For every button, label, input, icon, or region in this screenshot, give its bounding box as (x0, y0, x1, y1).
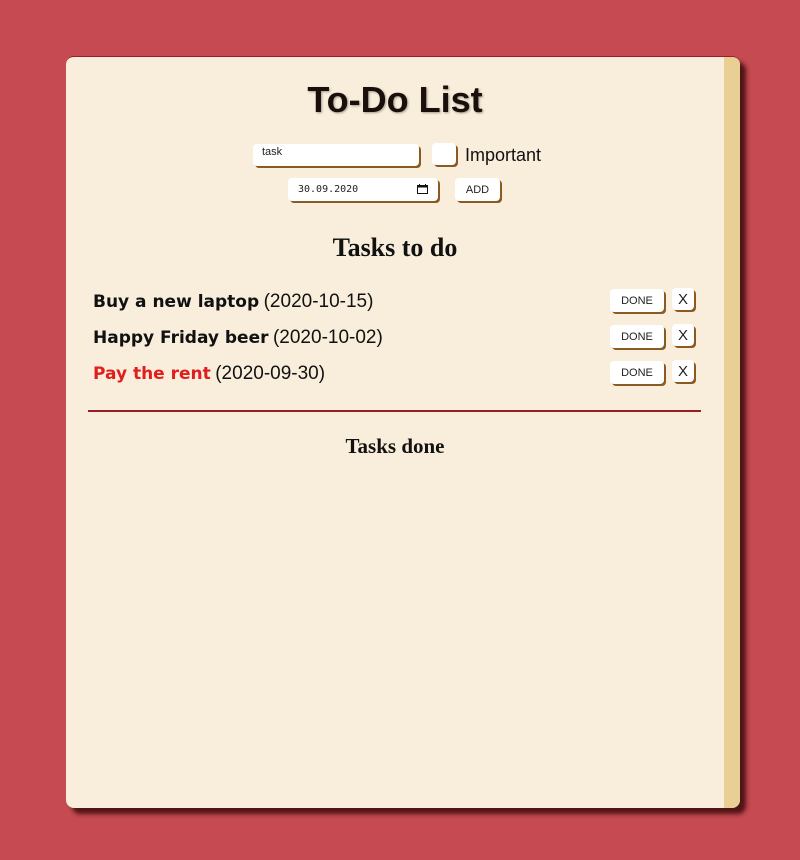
task-date: (2020-09-30) (215, 363, 326, 384)
task-name-important: Pay the rent (93, 364, 211, 384)
task-text: Pay the rent (2020-09-30) (93, 363, 325, 385)
scrollbar[interactable] (724, 57, 740, 808)
task-row: Buy a new laptop (2020-10-15) DONE X (93, 288, 697, 317)
important-checkbox[interactable] (432, 143, 456, 165)
date-input-value: 30.09.2020 (298, 184, 359, 195)
task-row: Pay the rent (2020-09-30) DONE X (93, 360, 697, 389)
delete-button[interactable]: X (672, 360, 694, 382)
task-date: (2020-10-02) (272, 327, 383, 348)
done-button[interactable]: DONE (610, 289, 664, 312)
task-text: Buy a new laptop (2020-10-15) (93, 291, 373, 313)
task-input[interactable]: task (253, 144, 419, 166)
task-input-value: task (262, 146, 283, 158)
task-name: Happy Friday beer (93, 328, 269, 348)
important-label: Important (465, 145, 542, 165)
todo-card: To-Do List task Important 30.09.2020 ADD… (66, 56, 740, 808)
section-divider (88, 410, 701, 412)
task-name: Buy a new laptop (93, 292, 260, 312)
date-input[interactable]: 30.09.2020 (288, 178, 438, 201)
task-date: (2020-10-15) (263, 291, 374, 312)
delete-button[interactable]: X (672, 324, 694, 346)
done-button[interactable]: DONE (610, 361, 664, 384)
tasks-to-do-heading: Tasks to do (332, 233, 458, 262)
add-button[interactable]: ADD (455, 178, 500, 201)
done-button[interactable]: DONE (610, 325, 664, 348)
page-title: To-Do List (307, 79, 483, 120)
tasks-done-heading: Tasks done (345, 434, 445, 458)
task-text: Happy Friday beer (2020-10-02) (93, 327, 383, 349)
task-row: Happy Friday beer (2020-10-02) DONE X (93, 324, 697, 353)
delete-button[interactable]: X (672, 288, 694, 310)
calendar-icon[interactable] (417, 184, 428, 194)
